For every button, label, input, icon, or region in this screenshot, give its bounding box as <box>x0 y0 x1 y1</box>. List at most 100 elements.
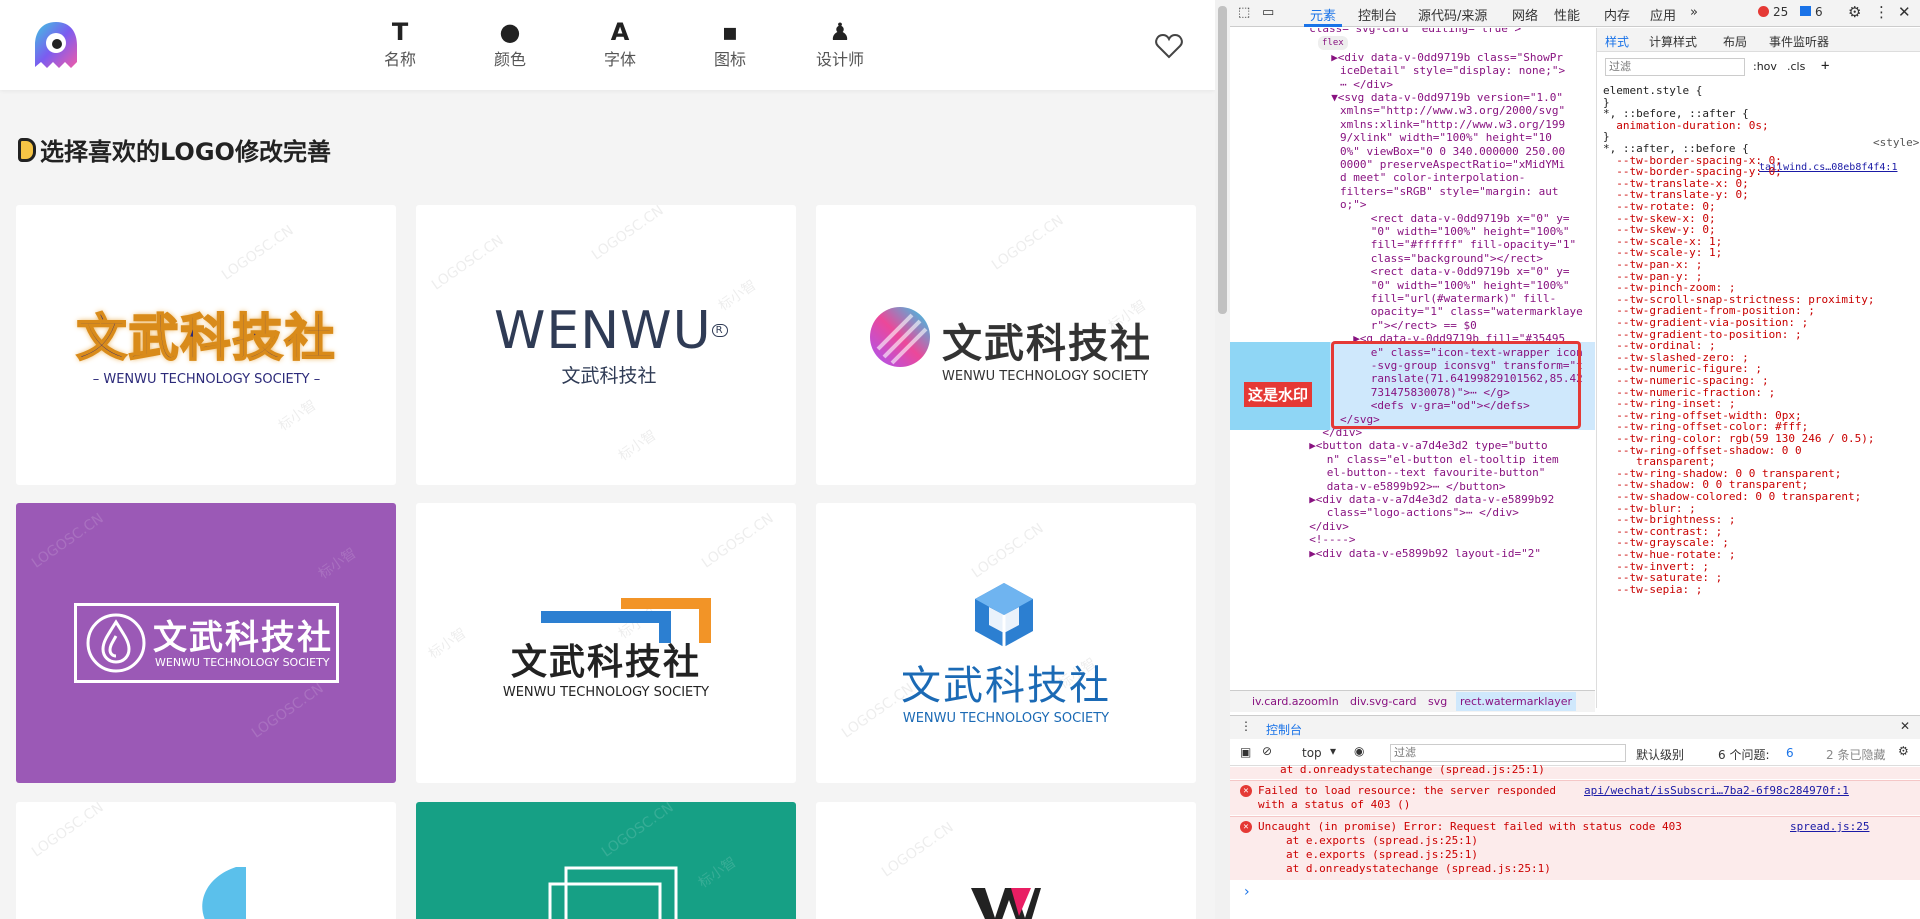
console-prompt[interactable]: › <box>1244 884 1250 900</box>
clear-console-icon[interactable]: ⊘ <box>1262 744 1272 758</box>
crumb-2[interactable]: div.svg-card <box>1350 695 1416 708</box>
code-line[interactable]: fill="#ffffff" fill-opacity="1" <box>1371 238 1576 252</box>
style-source-1[interactable]: <style> <box>1873 136 1919 149</box>
code-line[interactable]: d meet" color-interpolation- <box>1340 171 1525 185</box>
error-count[interactable]: 25 <box>1773 5 1788 19</box>
code-line[interactable]: el-button--text favourite-button" <box>1327 466 1546 480</box>
device-toggle-icon[interactable]: ▭ <box>1262 5 1274 20</box>
elements-tree[interactable]: 这是水印 class= svg-card editing= true > flex… <box>1230 28 1595 688</box>
close-devtools-icon[interactable]: ✕ <box>1898 3 1911 21</box>
tab-console-drawer[interactable]: 控制台 <box>1266 721 1302 738</box>
tab-styles[interactable]: 样式 <box>1605 33 1629 50</box>
crumb-3[interactable]: svg <box>1428 695 1447 708</box>
console-error-2: ✕ Uncaught (in promise) Error: Request f… <box>1230 816 1920 880</box>
nav-icon[interactable]: ▪ 图标 <box>690 18 770 70</box>
logo-card-6[interactable]: LOGOSC.CN LOGOSC.CN 标小智 文武科技社 WENWU TECH… <box>816 503 1196 783</box>
code-line[interactable]: class="background"></rect> <box>1371 252 1543 266</box>
nav-designer[interactable]: ♟ 设计师 <box>800 18 880 70</box>
code-line[interactable]: filters="sRGB" style="margin: aut <box>1340 185 1559 199</box>
code-line[interactable]: flex <box>1318 36 1348 50</box>
code-line[interactable]: ▶<button data-v-a7d4e3d2 type="butto <box>1309 439 1547 453</box>
tab-console[interactable]: 控制台 <box>1358 5 1397 24</box>
code-line[interactable]: xmlns:xlink="http://www.w3.org/199 <box>1340 118 1565 132</box>
issues-count[interactable]: 6 <box>1786 746 1794 760</box>
code-line[interactable]: class="logo-actions">⋯ </div> <box>1327 506 1519 520</box>
nav-font[interactable]: A 字体 <box>580 18 660 70</box>
console-settings-icon[interactable]: ⚙ <box>1898 744 1909 758</box>
cls-toggle[interactable]: .cls <box>1787 60 1805 73</box>
crumb-1[interactable]: iv.card.azoomIn <box>1252 695 1339 708</box>
style-line[interactable]: --tw-sepia: ; <box>1603 583 1702 597</box>
code-line[interactable]: ⋯ </div> <box>1340 78 1393 92</box>
tab-event-listeners[interactable]: 事件监听器 <box>1769 33 1829 50</box>
w-mark-icon <box>971 888 1041 919</box>
tab-network[interactable]: 网络 <box>1512 5 1538 24</box>
code-line[interactable]: <!----> <box>1309 533 1355 547</box>
code-line[interactable]: <rect data-v-0dd9719b x="0" y= <box>1371 212 1570 226</box>
code-line[interactable]: fill="url(#watermark)" fill- <box>1371 292 1556 306</box>
code-line[interactable]: class= svg-card editing= true > <box>1309 28 1521 36</box>
inspect-element-icon[interactable]: ⬚ <box>1238 5 1250 20</box>
logo-card-3[interactable]: LOGOSC.CN 标小智 文武科技社 WENWU TECHNOLOGY SOC… <box>816 205 1196 485</box>
code-line[interactable]: o;"> <box>1340 198 1367 212</box>
style-line[interactable]: animation-duration: 0s; <box>1603 119 1768 133</box>
code-line[interactable]: ▼<svg data-v-0dd9719b version="1.0" <box>1331 91 1563 105</box>
code-line[interactable]: iceDetail" style="display: none;"> <box>1340 64 1565 78</box>
logo-card-4[interactable]: LOGOSC.CN 标小智 LOGOSC.CN 文武科技社 WENWU TECH… <box>16 503 396 783</box>
code-line[interactable]: "0" width="100%" height="100%" <box>1371 279 1570 293</box>
code-line[interactable]: ▶<div data-v-e5899b92 layout-id="2" <box>1309 547 1541 561</box>
code-line[interactable]: "0" width="100%" height="100%" <box>1371 225 1570 239</box>
logo-card-1[interactable]: LOGOSC.CN 标小智 文武科技社 – WENWU TECHNOLOGY S… <box>16 205 396 485</box>
code-line[interactable]: 0%" viewBox="0 0 340.000000 250.00 <box>1340 145 1565 159</box>
message-count[interactable]: 6 <box>1815 5 1823 19</box>
logo-card-5[interactable]: LOGOSC.CN 标小智 标小智 文武科技社 WENWU TECHNOLOGY… <box>416 503 796 783</box>
chevron-down-icon[interactable]: ▾ <box>1330 744 1336 758</box>
code-line[interactable]: 9/xlink" width="100%" height="10 <box>1340 131 1552 145</box>
add-rule-icon[interactable]: + <box>1821 58 1829 74</box>
code-line[interactable]: xmlns="http://www.w3.org/2000/svg" <box>1340 104 1565 118</box>
settings-gear-icon[interactable]: ⚙ <box>1848 3 1861 21</box>
console-filter-input[interactable] <box>1390 744 1626 762</box>
error-1-source-link[interactable]: api/wechat/isSubscri…7ba2-6f98c284970f:1 <box>1584 784 1849 798</box>
code-line[interactable]: n" class="el-button el-tooltip item <box>1327 453 1559 467</box>
tab-sources[interactable]: 源代码/来源 <box>1418 5 1487 24</box>
tab-application[interactable]: 应用 <box>1650 5 1676 24</box>
code-line[interactable]: opacity="1" class="watermarklaye <box>1371 305 1583 319</box>
styles-filter-input[interactable] <box>1605 58 1745 76</box>
error-2-source-link[interactable]: spread.js:25 <box>1790 820 1869 834</box>
tab-performance[interactable]: 性能 <box>1554 5 1580 24</box>
context-select[interactable]: top <box>1302 746 1322 760</box>
kebab-menu-icon[interactable]: ⋮ <box>1874 3 1889 21</box>
eye-icon[interactable]: ◉ <box>1354 744 1364 758</box>
code-line[interactable]: 0000" preserveAspectRatio="xMidYMi <box>1340 158 1565 172</box>
crumb-4[interactable]: rect.watermarklayer <box>1456 692 1576 711</box>
tab-computed[interactable]: 计算样式 <box>1649 33 1697 50</box>
code-line[interactable]: ▶<div data-v-0dd9719b class="ShowPr <box>1331 51 1563 65</box>
log-level-select[interactable]: 默认级别 <box>1636 746 1684 763</box>
code-line[interactable]: ▶<div data-v-a7d4e3d2 data-v-e5899b92 <box>1309 493 1554 507</box>
code-line[interactable]: <rect data-v-0dd9719b x="0" y= <box>1371 265 1570 279</box>
nav-color[interactable]: ● 颜色 <box>470 18 550 70</box>
tab-memory[interactable]: 内存 <box>1604 5 1630 24</box>
logo-card-8[interactable]: LOGOSC.CN 标小智 <box>416 802 796 919</box>
page-scrollbar-thumb[interactable] <box>1218 6 1227 314</box>
tab-elements[interactable]: 元素 <box>1310 5 1336 24</box>
logo-card-7[interactable]: LOGOSC.CN <box>16 802 396 919</box>
code-line[interactable]: r"></rect> == $0 <box>1371 319 1477 333</box>
logo-card-2[interactable]: LOGOSC.CN LOGOSC.CN 标小智 标小智 WENWU R 文武科技社 <box>416 205 796 485</box>
close-drawer-icon[interactable]: ✕ <box>1900 719 1910 733</box>
logo-card-9[interactable]: LOGOSC.CN <box>816 802 1196 919</box>
colorful-swirl-icon <box>870 307 930 367</box>
style-line[interactable]: element.style { <box>1603 84 1702 98</box>
favorite-heart-icon[interactable] <box>1155 33 1183 59</box>
issues-label[interactable]: 6 个问题: <box>1718 746 1770 763</box>
code-line[interactable]: </div> <box>1309 520 1349 534</box>
more-tabs-icon[interactable]: » <box>1690 5 1698 20</box>
tab-layout[interactable]: 布局 <box>1723 33 1747 50</box>
mascot-logo-icon[interactable] <box>29 19 83 73</box>
drawer-menu-icon[interactable]: ⋮ <box>1240 719 1252 733</box>
sidebar-toggle-icon[interactable]: ▣ <box>1240 745 1251 759</box>
nav-name[interactable]: T 名称 <box>360 18 440 70</box>
code-line[interactable]: data-v-e5899b92>⋯ </button> <box>1327 480 1506 494</box>
hov-toggle[interactable]: :hov <box>1753 60 1777 73</box>
